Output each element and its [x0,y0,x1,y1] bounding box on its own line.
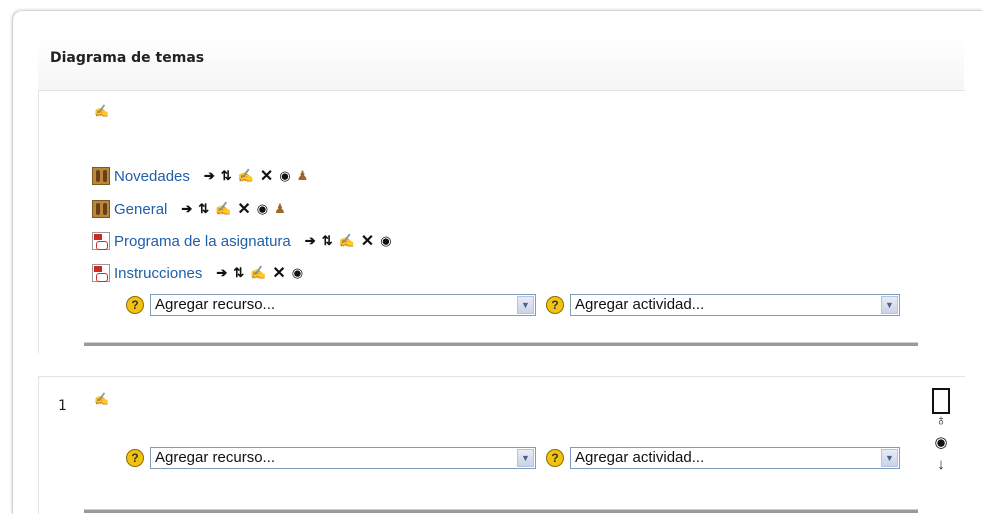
select-value: Agregar actividad... [575,296,705,313]
pdf-icon [92,264,110,282]
resource-link[interactable]: Instrucciones [114,265,202,282]
resource-actions: ➔ ⇅ ✍ ✕ ◉ [216,263,309,283]
resource-link[interactable]: General [114,201,167,218]
help-icon[interactable]: ? [546,296,564,314]
move-right-icon[interactable]: ➔ [204,168,215,184]
add-resource-select[interactable]: Agregar recurso... ▼ [150,447,536,469]
delete-icon[interactable]: ✕ [237,199,250,219]
add-controls: ? Agregar recurso... ▼ ? Agregar activid… [126,445,900,471]
eye-icon[interactable]: ◉ [380,233,391,249]
list-item: General ➔ ⇅ ✍ ✕ ◉ ♟ [92,199,292,219]
eye-icon[interactable]: ◉ [292,265,303,281]
eye-icon[interactable]: ◉ [279,168,290,184]
help-icon[interactable]: ? [546,449,564,467]
list-item: Novedades ➔ ⇅ ✍ ✕ ◉ ♟ [92,166,314,186]
resource-actions: ➔ ⇅ ✍ ✕ ◉ [305,231,398,251]
pdf-icon [92,232,110,250]
move-updown-icon[interactable]: ⇅ [198,201,209,217]
edit-summary-icon[interactable]: ✍ [94,392,109,406]
resource-link[interactable]: Programa de la asignatura [114,233,291,250]
chevron-down-icon[interactable]: ▼ [517,449,534,467]
eye-icon[interactable]: ◉ [257,201,268,217]
update-icon[interactable]: ✍ [339,233,355,249]
help-icon[interactable]: ? [126,296,144,314]
move-right-icon[interactable]: ➔ [181,201,192,217]
page-title: Diagrama de temas [50,50,205,66]
select-value: Agregar recurso... [155,449,276,466]
add-activity-select[interactable]: Agregar actividad... ▼ [570,294,900,316]
select-value: Agregar recurso... [155,296,276,313]
help-icon[interactable]: ? [126,449,144,467]
update-icon[interactable]: ✍ [238,168,254,184]
chevron-down-icon[interactable]: ▼ [881,449,898,467]
select-value: Agregar actividad... [575,449,705,466]
add-controls: ? Agregar recurso... ▼ ? Agregar activid… [126,292,900,318]
chevron-down-icon[interactable]: ▼ [517,296,534,314]
forum-icon [92,200,110,218]
move-updown-icon[interactable]: ⇅ [233,265,244,281]
group-mode-icon[interactable]: ♟ [297,168,309,184]
section-number: 1 [58,398,67,414]
add-activity-select[interactable]: Agregar actividad... ▼ [570,447,900,469]
group-mode-icon[interactable]: ♟ [274,201,286,217]
highlight-square-icon[interactable] [930,388,952,414]
section-side-controls: ♁ ◉ ↓ [930,384,952,476]
list-item: Programa de la asignatura ➔ ⇅ ✍ ✕ ◉ [92,231,398,251]
edit-summary-icon[interactable]: ✍ [94,104,109,118]
move-updown-icon[interactable]: ⇅ [322,233,333,249]
update-icon[interactable]: ✍ [215,201,231,217]
section-divider [84,509,918,513]
move-right-icon[interactable]: ➔ [216,265,227,281]
chevron-down-icon[interactable]: ▼ [881,296,898,314]
arrow-down-icon[interactable]: ↓ [930,454,952,476]
section-divider [84,342,918,346]
move-updown-icon[interactable]: ⇅ [221,168,232,184]
delete-icon[interactable]: ✕ [260,166,273,186]
lightbulb-icon[interactable]: ♁ [930,410,952,432]
resource-actions: ➔ ⇅ ✍ ✕ ◉ ♟ [204,166,314,186]
add-resource-select[interactable]: Agregar recurso... ▼ [150,294,536,316]
delete-icon[interactable]: ✕ [361,231,374,251]
update-icon[interactable]: ✍ [250,265,266,281]
delete-icon[interactable]: ✕ [272,263,285,283]
move-right-icon[interactable]: ➔ [305,233,316,249]
eye-icon[interactable]: ◉ [930,432,952,454]
resource-actions: ➔ ⇅ ✍ ✕ ◉ ♟ [181,199,291,219]
resource-link[interactable]: Novedades [114,168,190,185]
forum-icon [92,167,110,185]
list-item: Instrucciones ➔ ⇅ ✍ ✕ ◉ [92,263,309,283]
